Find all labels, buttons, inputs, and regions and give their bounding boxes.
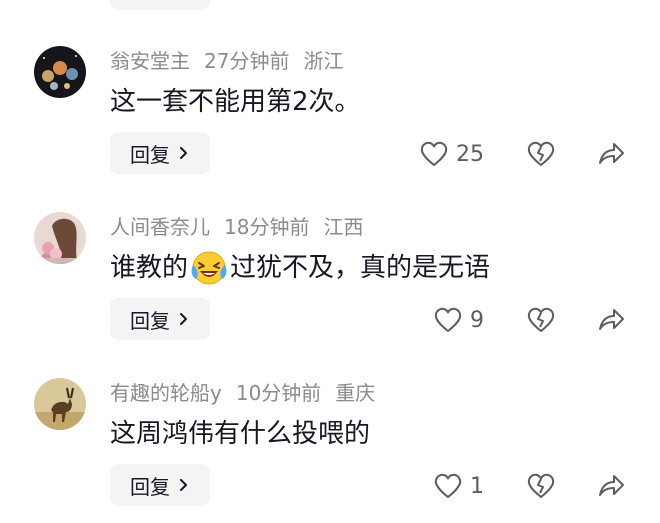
comment-text: 这周鸿伟有什么投喂的 (110, 419, 371, 449)
comment-text: 这一套不能用第2次。 (110, 87, 361, 117)
avatar[interactable] (34, 46, 86, 98)
chevron-right-icon (180, 479, 187, 491)
like-button[interactable]: 9 (434, 304, 484, 336)
username[interactable]: 有趣的轮船y (110, 381, 222, 405)
like-count: 9 (470, 307, 484, 333)
chevron-right-icon (180, 313, 187, 325)
like-count: 1 (470, 473, 484, 499)
antelope-avatar-icon (34, 378, 86, 430)
like-count: 25 (456, 141, 484, 167)
share-icon[interactable] (596, 138, 626, 168)
comment-meta: 有趣的轮船y 10分钟前 重庆 (110, 378, 389, 408)
username[interactable]: 人间香奈儿 (110, 215, 210, 239)
previous-reply-button[interactable] (110, 0, 210, 10)
laughing-crying-emoji-icon (191, 251, 227, 285)
comment-item: 翁安堂主 27分钟前 浙江 这一套不能用第2次。 回复 25 (0, 46, 660, 206)
broken-heart-icon[interactable] (526, 470, 556, 500)
avatar[interactable] (34, 378, 86, 430)
username[interactable]: 翁安堂主 (110, 49, 190, 73)
like-button[interactable]: 1 (434, 470, 484, 502)
location: 重庆 (335, 381, 376, 405)
reply-button[interactable]: 回复 (110, 298, 210, 340)
timestamp: 10分钟前 (235, 381, 322, 405)
planets-avatar-icon (34, 46, 86, 98)
location: 浙江 (303, 49, 344, 73)
reply-button[interactable]: 回复 (110, 464, 210, 506)
heart-icon (434, 473, 462, 498)
chevron-right-icon (180, 147, 187, 159)
avatar[interactable] (34, 212, 86, 264)
comment-text: 谁教的 过犹不及，真的是无语 (110, 248, 490, 288)
woman-flowers-avatar-icon (34, 212, 86, 264)
broken-heart-icon[interactable] (526, 304, 556, 334)
location: 江西 (323, 215, 364, 239)
share-icon[interactable] (596, 470, 626, 500)
comment-meta: 人间香奈儿 18分钟前 江西 (110, 212, 377, 242)
heart-icon (434, 307, 462, 332)
comment-item: 人间香奈儿 18分钟前 江西 谁教的 过犹不及，真的是无语 回复 9 (0, 212, 660, 372)
timestamp: 27分钟前 (204, 49, 290, 73)
share-icon[interactable] (596, 304, 626, 334)
timestamp: 18分钟前 (224, 215, 310, 239)
broken-heart-icon[interactable] (526, 138, 556, 168)
heart-icon (420, 141, 448, 166)
like-button[interactable]: 25 (420, 138, 484, 170)
comment-item: 有趣的轮船y 10分钟前 重庆 这周鸿伟有什么投喂的 回复 1 (0, 378, 660, 523)
comment-meta: 翁安堂主 27分钟前 浙江 (110, 46, 357, 76)
reply-button[interactable]: 回复 (110, 132, 210, 174)
